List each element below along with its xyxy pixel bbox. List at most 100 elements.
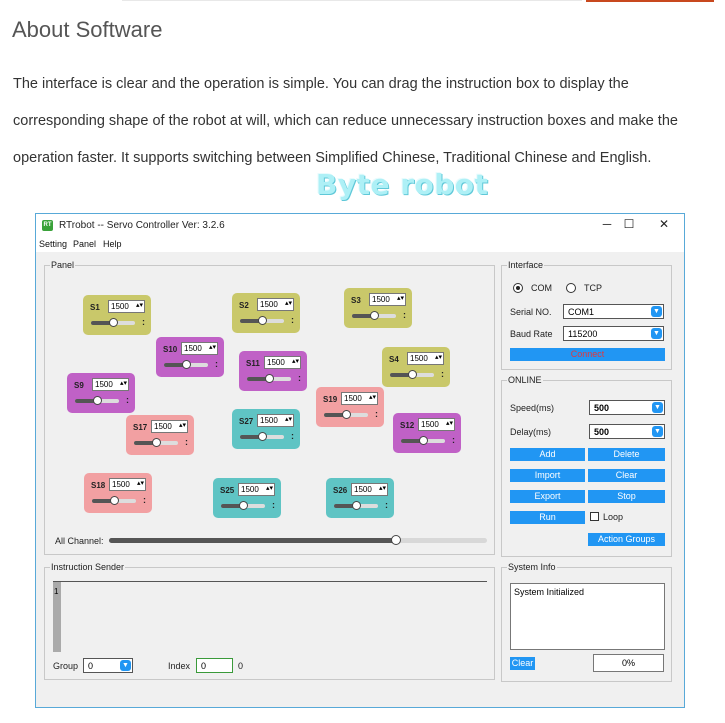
menu-panel[interactable]: Panel bbox=[73, 239, 96, 249]
servo-slider-knob[interactable] bbox=[352, 501, 361, 510]
servo-menu-handle[interactable]: : bbox=[272, 500, 275, 510]
spin-arrows-icon[interactable]: ▴▾ bbox=[369, 393, 376, 401]
delay-select[interactable]: 500 ▼ bbox=[589, 424, 665, 439]
servo-value-input[interactable]: 1500 ▴▾ bbox=[264, 356, 301, 369]
servo-value-input[interactable]: 1500 ▴▾ bbox=[351, 483, 388, 496]
speed-select[interactable]: 500 ▼ bbox=[589, 400, 665, 415]
servo-value-input[interactable]: 1500 ▴▾ bbox=[369, 293, 406, 306]
tcp-radio[interactable] bbox=[566, 283, 576, 293]
servo-slider-knob[interactable] bbox=[408, 370, 417, 379]
servo-slider-knob[interactable] bbox=[419, 436, 428, 445]
servo-widget[interactable]: S9 1500 ▴▾: bbox=[67, 373, 135, 413]
servo-slider-knob[interactable] bbox=[109, 318, 118, 327]
spin-arrows-icon[interactable]: ▴▾ bbox=[379, 484, 386, 492]
spin-arrows-icon[interactable]: ▴▾ bbox=[397, 294, 404, 302]
all-channel-slider[interactable] bbox=[109, 535, 487, 545]
servo-widget[interactable]: S19 1500 ▴▾: bbox=[316, 387, 384, 427]
clear-actions-button[interactable]: Clear bbox=[588, 469, 665, 482]
spin-arrows-icon[interactable]: ▴▾ bbox=[179, 421, 186, 429]
spin-arrows-icon[interactable]: ▴▾ bbox=[446, 419, 453, 427]
serial-select[interactable]: COM1 ▼ bbox=[563, 304, 664, 319]
com-radio[interactable] bbox=[513, 283, 523, 293]
group-select[interactable]: 0 ▼ bbox=[83, 658, 133, 673]
import-button[interactable]: Import bbox=[510, 469, 585, 482]
servo-slider-knob[interactable] bbox=[265, 374, 274, 383]
spin-arrows-icon[interactable]: ▴▾ bbox=[209, 343, 216, 351]
servo-value-input[interactable]: 1500 ▴▾ bbox=[407, 352, 444, 365]
servo-value-input[interactable]: 1500 ▴▾ bbox=[341, 392, 378, 405]
close-button[interactable]: ✕ bbox=[653, 217, 675, 231]
spin-arrows-icon[interactable]: ▴▾ bbox=[137, 479, 144, 487]
servo-value-input[interactable]: 1500 ▴▾ bbox=[151, 420, 188, 433]
index-input[interactable]: 0 bbox=[196, 658, 233, 673]
baud-select[interactable]: 115200 ▼ bbox=[563, 326, 664, 341]
servo-menu-handle[interactable]: : bbox=[298, 373, 301, 383]
action-groups-button[interactable]: Action Groups bbox=[588, 533, 665, 546]
servo-widget[interactable]: S12 1500 ▴▾: bbox=[393, 413, 461, 453]
servo-value-input[interactable]: 1500 ▴▾ bbox=[108, 300, 145, 313]
spin-arrows-icon[interactable]: ▴▾ bbox=[435, 353, 442, 361]
servo-value-input[interactable]: 1500 ▴▾ bbox=[257, 298, 294, 311]
spin-arrows-icon[interactable]: ▴▾ bbox=[266, 484, 273, 492]
spin-arrows-icon[interactable]: ▴▾ bbox=[136, 301, 143, 309]
servo-menu-handle[interactable]: : bbox=[142, 317, 145, 327]
servo-slider-knob[interactable] bbox=[239, 501, 248, 510]
servo-value-input[interactable]: 1500 ▴▾ bbox=[418, 418, 455, 431]
spin-arrows-icon[interactable]: ▴▾ bbox=[120, 379, 127, 387]
servo-widget[interactable]: S4 1500 ▴▾: bbox=[382, 347, 450, 387]
connect-button[interactable]: Connect bbox=[510, 348, 665, 361]
export-button[interactable]: Export bbox=[510, 490, 585, 503]
servo-menu-handle[interactable]: : bbox=[291, 315, 294, 325]
window-titlebar[interactable]: RT RTrobot -- Servo Controller Ver: 3.2.… bbox=[36, 214, 684, 236]
servo-widget[interactable]: S1 1500 ▴▾: bbox=[83, 295, 151, 335]
servo-slider-knob[interactable] bbox=[342, 410, 351, 419]
servo-menu-handle[interactable]: : bbox=[291, 431, 294, 441]
spin-arrows-icon[interactable]: ▴▾ bbox=[292, 357, 299, 365]
servo-widget[interactable]: S2 1500 ▴▾: bbox=[232, 293, 300, 333]
tcp-radio-label: TCP bbox=[584, 283, 602, 293]
servo-widget[interactable]: S27 1500 ▴▾: bbox=[232, 409, 300, 449]
loop-checkbox[interactable] bbox=[590, 512, 599, 521]
servo-value-input[interactable]: 1500 ▴▾ bbox=[181, 342, 218, 355]
servo-widget[interactable]: S10 1500 ▴▾: bbox=[156, 337, 224, 377]
servo-widget[interactable]: S17 1500 ▴▾: bbox=[126, 415, 194, 455]
spin-arrows-icon[interactable]: ▴▾ bbox=[285, 299, 292, 307]
servo-menu-handle[interactable]: : bbox=[185, 437, 188, 447]
servo-menu-handle[interactable]: : bbox=[215, 359, 218, 369]
instruction-editor[interactable]: 1 bbox=[53, 581, 487, 652]
servo-value-input[interactable]: 1500 ▴▾ bbox=[109, 478, 146, 491]
servo-widget[interactable]: S11 1500 ▴▾: bbox=[239, 351, 307, 391]
servo-slider-knob[interactable] bbox=[110, 496, 119, 505]
servo-widget[interactable]: S25 1500 ▴▾: bbox=[213, 478, 281, 518]
add-button[interactable]: Add bbox=[510, 448, 585, 461]
delete-button[interactable]: Delete bbox=[588, 448, 665, 461]
servo-widget[interactable]: S3 1500 ▴▾: bbox=[344, 288, 412, 328]
stop-button[interactable]: Stop bbox=[588, 490, 665, 503]
spin-arrows-icon[interactable]: ▴▾ bbox=[285, 415, 292, 423]
servo-menu-handle[interactable]: : bbox=[385, 500, 388, 510]
servo-menu-handle[interactable]: : bbox=[126, 395, 129, 405]
servo-value-input[interactable]: 1500 ▴▾ bbox=[92, 378, 129, 391]
servo-menu-handle[interactable]: : bbox=[143, 495, 146, 505]
minimize-button[interactable]: ─ bbox=[596, 217, 618, 231]
servo-menu-handle[interactable]: : bbox=[403, 310, 406, 320]
menu-setting[interactable]: Setting bbox=[39, 239, 67, 249]
servo-menu-handle[interactable]: : bbox=[441, 369, 444, 379]
servo-slider-knob[interactable] bbox=[370, 311, 379, 320]
servo-slider-knob[interactable] bbox=[93, 396, 102, 405]
servo-slider-knob[interactable] bbox=[182, 360, 191, 369]
servo-slider-knob[interactable] bbox=[152, 438, 161, 447]
servo-menu-handle[interactable]: : bbox=[452, 435, 455, 445]
run-button[interactable]: Run bbox=[510, 511, 585, 524]
servo-value-input[interactable]: 1500 ▴▾ bbox=[257, 414, 294, 427]
servo-value-input[interactable]: 1500 ▴▾ bbox=[238, 483, 275, 496]
all-channel-slider-knob[interactable] bbox=[391, 535, 401, 545]
servo-slider-knob[interactable] bbox=[258, 432, 267, 441]
servo-menu-handle[interactable]: : bbox=[375, 409, 378, 419]
servo-widget[interactable]: S18 1500 ▴▾: bbox=[84, 473, 152, 513]
menu-help[interactable]: Help bbox=[103, 239, 122, 249]
maximize-button[interactable]: ☐ bbox=[618, 217, 640, 231]
clear-log-button[interactable]: Clear bbox=[510, 657, 535, 670]
servo-widget[interactable]: S26 1500 ▴▾: bbox=[326, 478, 394, 518]
servo-slider-knob[interactable] bbox=[258, 316, 267, 325]
